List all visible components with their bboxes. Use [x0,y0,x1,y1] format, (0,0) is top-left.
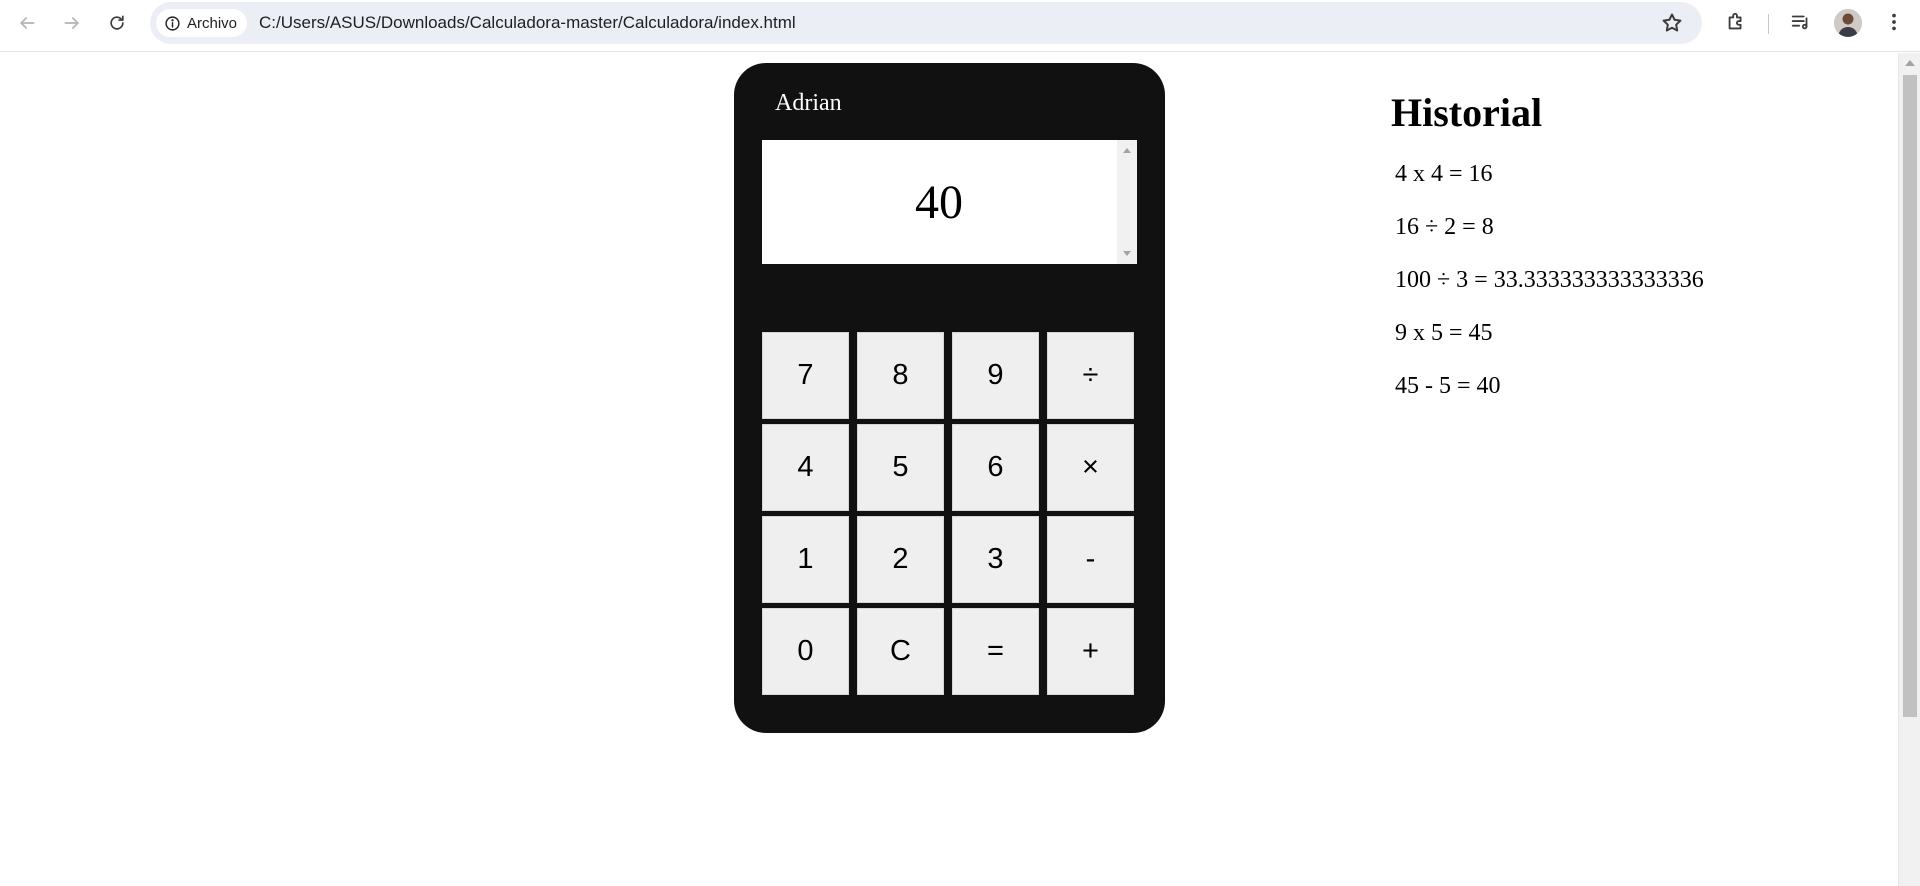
key-0[interactable]: 0 [762,608,849,695]
scroll-down-arrow-icon[interactable] [1123,251,1131,256]
avatar[interactable] [1834,9,1862,37]
star-icon[interactable] [1660,11,1684,35]
key-clear[interactable]: C [857,608,944,695]
key-add[interactable]: + [1047,608,1134,695]
keypad: 7 8 9 ÷ 4 5 6 × 1 2 3 - 0 C = + [762,332,1137,695]
more-vert-icon[interactable] [1881,9,1907,35]
key-7[interactable]: 7 [762,332,849,419]
scroll-up-arrow-icon[interactable] [1123,148,1131,153]
info-icon [165,15,180,31]
reload-button[interactable] [100,6,134,40]
calculator-display: 40 [762,140,1137,264]
scroll-up-arrow-icon[interactable] [1905,60,1915,66]
display-scrollbar[interactable] [1117,140,1137,264]
calculator-owner-name: Adrian [775,90,842,116]
history-entry: 100 ÷ 3 = 33.333333333333336 [1395,267,1704,293]
arrow-right-icon [64,17,79,29]
key-divide[interactable]: ÷ [1047,332,1134,419]
back-button[interactable] [10,6,44,40]
key-equals[interactable]: = [952,608,1039,695]
key-8[interactable]: 8 [857,332,944,419]
site-info-chip[interactable]: Archivo [156,9,248,37]
key-6[interactable]: 6 [952,424,1039,511]
url-text[interactable]: C:/Users/ASUS/Downloads/Calculadora-mast… [259,13,796,33]
toolbar-divider [1768,14,1769,34]
reload-icon [110,15,124,30]
media-controls-icon[interactable] [1788,9,1814,35]
key-3[interactable]: 3 [952,516,1039,603]
key-9[interactable]: 9 [952,332,1039,419]
address-bar[interactable]: Archivo C:/Users/ASUS/Downloads/Calculad… [150,2,1702,44]
key-1[interactable]: 1 [762,516,849,603]
site-info-label: Archivo [187,14,238,32]
history-panel: Historial 4 x 4 = 16 16 ÷ 2 = 8 100 ÷ 3 … [1391,90,1704,399]
key-multiply[interactable]: × [1047,424,1134,511]
page-scrollbar[interactable] [1898,53,1920,886]
browser-toolbar: Archivo C:/Users/ASUS/Downloads/Calculad… [0,0,1920,52]
history-entry: 4 x 4 = 16 [1395,161,1493,187]
key-subtract[interactable]: - [1047,516,1134,603]
key-5[interactable]: 5 [857,424,944,511]
calculator: Adrian 40 7 8 9 ÷ 4 5 6 × 1 2 3 - 0 C = … [734,63,1165,733]
history-title: Historial [1391,90,1543,135]
display-value: 40 [915,175,963,229]
scrollbar-thumb[interactable] [1903,75,1917,717]
puzzle-icon[interactable] [1723,9,1749,35]
key-4[interactable]: 4 [762,424,849,511]
history-entry: 9 x 5 = 45 [1395,320,1493,346]
forward-button[interactable] [55,6,89,40]
key-2[interactable]: 2 [857,516,944,603]
arrow-left-icon [20,17,35,29]
history-entry: 45 - 5 = 40 [1395,373,1501,399]
history-entry: 16 ÷ 2 = 8 [1395,214,1494,240]
